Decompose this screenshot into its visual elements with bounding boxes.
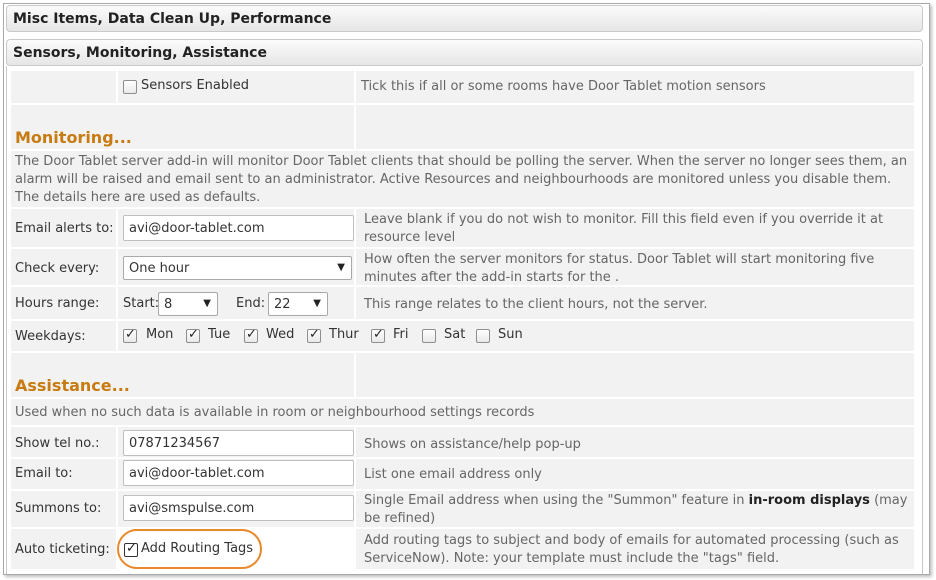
- end-label: End:: [236, 296, 266, 311]
- assistance-description: Used when no such data is available in r…: [15, 405, 535, 420]
- section-header-sensors[interactable]: Sensors, Monitoring, Assistance: [6, 39, 923, 66]
- weekday-label-sat: Sat: [444, 327, 466, 342]
- checkmark-icon: ✓: [125, 327, 136, 342]
- settings-window: Misc Items, Data Clean Up, Performance S…: [3, 3, 930, 575]
- checkmark-icon: ✓: [126, 541, 137, 556]
- summons-help-text-1: Single Email address when using the "Sum…: [364, 493, 749, 508]
- monitoring-heading: Monitoring...: [15, 128, 132, 147]
- check-every-help: How often the server monitors for status…: [364, 252, 875, 285]
- check-every-select[interactable]: One hour ▼: [123, 256, 352, 280]
- start-hour-select[interactable]: 8 ▼: [158, 292, 218, 316]
- sensors-enabled-label: Sensors Enabled: [141, 78, 249, 93]
- sensors-enabled-checkbox[interactable]: [123, 80, 137, 94]
- weekday-checkbox-wed[interactable]: ✓: [244, 327, 258, 343]
- end-hour-value: 22: [274, 297, 291, 312]
- email-alerts-label: Email alerts to:: [15, 221, 114, 236]
- row-cell: [356, 105, 914, 149]
- show-tel-input[interactable]: 07871234567: [123, 430, 354, 456]
- weekday-checkbox-tue[interactable]: ✓: [186, 327, 200, 343]
- weekday-label-wed: Wed: [266, 327, 295, 342]
- show-tel-help: Shows on assistance/help pop-up: [364, 437, 581, 452]
- start-hour-value: 8: [164, 297, 173, 312]
- row-cell: [356, 353, 914, 397]
- dropdown-arrow-icon: ▼: [313, 298, 321, 309]
- checkmark-icon: ✓: [373, 327, 384, 342]
- weekday-checkbox-sat[interactable]: [422, 329, 436, 343]
- weekday-checkbox-mon[interactable]: ✓: [123, 327, 137, 343]
- checkmark-icon: ✓: [246, 327, 257, 342]
- summons-to-input[interactable]: avi@smspulse.com: [123, 495, 354, 521]
- email-to-label: Email to:: [15, 466, 73, 481]
- email-to-input[interactable]: avi@door-tablet.com: [123, 460, 354, 486]
- hours-range-label: Hours range:: [15, 296, 100, 311]
- row-cell: [11, 71, 116, 103]
- email-alerts-input[interactable]: avi@door-tablet.com: [123, 215, 354, 241]
- email-to-help: List one email address only: [364, 467, 542, 482]
- dropdown-arrow-icon: ▼: [203, 298, 211, 309]
- checkmark-icon: ✓: [188, 327, 199, 342]
- auto-ticketing-label: Auto ticketing:: [15, 542, 110, 557]
- check-every-label: Check every:: [15, 261, 100, 276]
- section-title-sensors: Sensors, Monitoring, Assistance: [13, 45, 267, 61]
- monitoring-description: The Door Tablet server add-in will monit…: [15, 154, 908, 205]
- section-header-misc[interactable]: Misc Items, Data Clean Up, Performance: [6, 5, 923, 32]
- email-alerts-help: Leave blank if you do not wish to monito…: [364, 212, 884, 245]
- weekday-label-fri: Fri: [393, 327, 409, 342]
- end-hour-select[interactable]: 22 ▼: [268, 292, 328, 316]
- weekday-label-sun: Sun: [498, 327, 523, 342]
- section-title-misc: Misc Items, Data Clean Up, Performance: [13, 11, 332, 27]
- weekday-checkbox-fri[interactable]: ✓: [371, 327, 385, 343]
- assistance-heading: Assistance...: [15, 376, 130, 395]
- weekday-checkbox-thur[interactable]: ✓: [307, 327, 321, 343]
- auto-ticketing-help: Add routing tags to subject and body of …: [364, 533, 899, 566]
- weekdays-label: Weekdays:: [15, 329, 86, 344]
- weekday-label-thur: Thur: [329, 327, 359, 342]
- checkmark-icon: ✓: [309, 327, 320, 342]
- add-routing-tags-checkbox[interactable]: ✓: [124, 541, 138, 557]
- sensors-panel: Sensors Enabled Tick this if all or some…: [6, 66, 923, 574]
- dropdown-arrow-icon: ▼: [337, 262, 345, 273]
- summons-to-help: Single Email address when using the "Sum…: [364, 492, 910, 528]
- weekday-checkbox-sun[interactable]: [476, 329, 490, 343]
- weekday-label-tue: Tue: [208, 327, 231, 342]
- weekday-label-mon: Mon: [146, 327, 174, 342]
- start-label: Start:: [123, 296, 160, 311]
- sensors-enabled-help: Tick this if all or some rooms have Door…: [361, 79, 766, 94]
- check-every-value: One hour: [129, 261, 190, 276]
- hours-range-help: This range relates to the client hours, …: [364, 297, 708, 312]
- show-tel-label: Show tel no.:: [15, 436, 100, 451]
- summons-help-bold: in-room displays: [748, 493, 870, 508]
- add-routing-tags-label: Add Routing Tags: [141, 541, 254, 556]
- summons-to-label: Summons to:: [15, 501, 102, 516]
